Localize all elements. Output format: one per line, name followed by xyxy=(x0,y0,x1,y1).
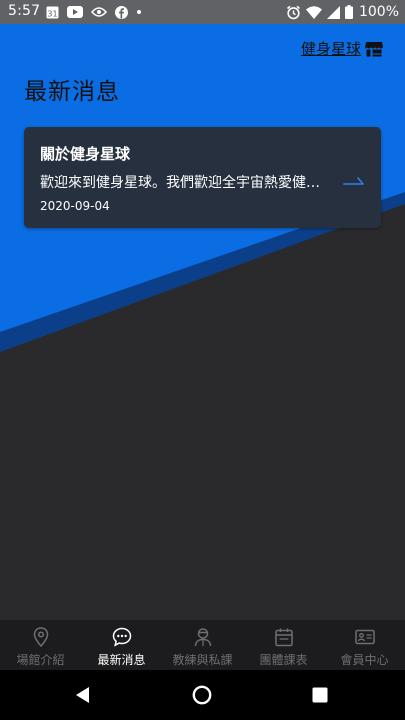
member-card-icon xyxy=(354,629,375,645)
youtube-icon xyxy=(67,6,83,18)
battery-icon xyxy=(344,5,353,19)
nav-label: 團體課表 xyxy=(259,653,308,667)
nav-item-venue[interactable]: 場館介紹 xyxy=(0,620,81,670)
app-screen: 5:57 31 100% 健身星球 最新消息 關於健身星球 歡迎來到健身星球。我… xyxy=(0,0,405,720)
signal-icon xyxy=(326,5,340,19)
nav-label: 最新消息 xyxy=(97,653,146,667)
facebook-icon xyxy=(115,5,128,19)
nav-item-coaches[interactable]: 教練與私課 xyxy=(162,620,243,670)
wifi-icon xyxy=(305,5,322,19)
back-icon[interactable] xyxy=(72,684,94,706)
news-excerpt: 歡迎來到健身星球。我們歡迎全宇宙熱愛健身... xyxy=(40,175,330,191)
background-shapes xyxy=(0,24,405,620)
home-icon[interactable] xyxy=(191,684,213,706)
news-date: 2020-09-04 xyxy=(40,199,110,213)
recents-icon[interactable] xyxy=(309,684,331,706)
status-notification-icons: 31 xyxy=(46,4,142,20)
nav-label: 教練與私課 xyxy=(172,653,233,667)
system-navigation-bar xyxy=(0,670,405,720)
location-pin-icon xyxy=(33,627,48,648)
arrow-right-icon xyxy=(343,177,364,185)
nav-item-member-center[interactable]: 會員中心 xyxy=(324,620,405,670)
coach-icon xyxy=(194,628,211,647)
calendar-icon: 31 xyxy=(46,6,59,19)
chat-bubble-icon xyxy=(112,627,131,647)
svg-text:31: 31 xyxy=(47,10,57,19)
eye-icon xyxy=(91,7,107,17)
status-bar: 5:57 31 100% xyxy=(0,0,405,24)
gym-home-link[interactable]: 健身星球 xyxy=(301,38,383,59)
news-title: 關於健身星球 xyxy=(40,145,131,163)
battery-percent: 100% xyxy=(358,4,399,20)
storefront-icon xyxy=(365,41,383,56)
status-system-icons: 100% xyxy=(286,3,399,21)
nav-label: 會員中心 xyxy=(340,653,389,667)
dot-icon xyxy=(137,10,141,14)
nav-label: 場館介紹 xyxy=(16,653,65,667)
gym-home-link-label: 健身星球 xyxy=(300,40,361,58)
bottom-navigation: 場館介紹 最新消息 教練與私課 團體課表 會員中心 xyxy=(0,620,405,670)
nav-item-group-schedule[interactable]: 團體課表 xyxy=(243,620,324,670)
calendar-icon xyxy=(274,628,293,647)
alarm-icon xyxy=(286,5,300,19)
status-time: 5:57 xyxy=(8,3,41,19)
nav-item-news[interactable]: 最新消息 xyxy=(81,620,162,670)
page-title: 最新消息 xyxy=(24,79,120,105)
news-card[interactable]: 關於健身星球 歡迎來到健身星球。我們歡迎全宇宙熱愛健身... 2020-09-0… xyxy=(24,127,381,228)
